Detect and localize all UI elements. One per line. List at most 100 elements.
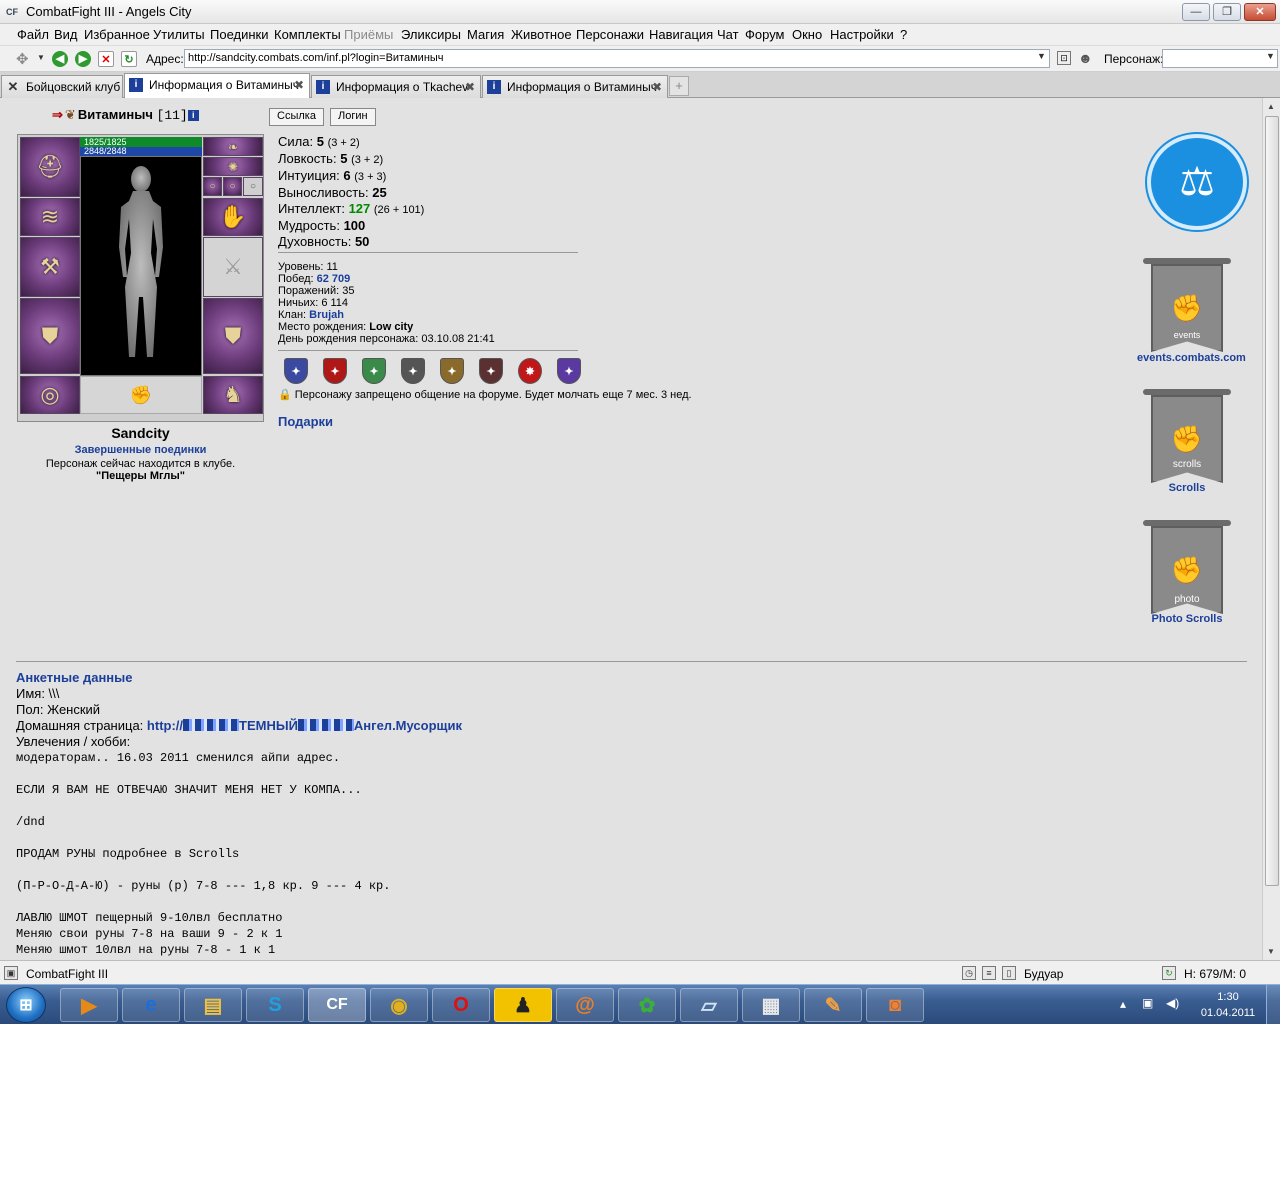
- refresh-icon[interactable]: ↻: [1162, 966, 1176, 980]
- persona-dropdown-icon[interactable]: ▼: [1266, 51, 1275, 61]
- menu-view[interactable]: Вид: [54, 27, 78, 42]
- scroll-up-icon[interactable]: ▲: [1267, 102, 1275, 111]
- icq-icon[interactable]: ✿: [618, 988, 676, 1022]
- start-button[interactable]: ⊞: [6, 987, 46, 1023]
- tab-info-vitaminych-2[interactable]: i Информация о Витаминыч ✖: [482, 75, 668, 98]
- refresh-icon[interactable]: ↻: [121, 51, 137, 67]
- address-input[interactable]: http://sandcity.combats.com/inf.pl?login…: [184, 49, 1050, 68]
- opera-icon[interactable]: O: [432, 988, 490, 1022]
- internet-explorer-icon[interactable]: e: [122, 988, 180, 1022]
- ring1-slot[interactable]: ○: [203, 177, 222, 196]
- armor-slot[interactable]: ⛊: [20, 298, 80, 374]
- clock-icon[interactable]: ◷: [962, 966, 976, 980]
- helmet-slot[interactable]: ⛑: [20, 137, 80, 197]
- login-button[interactable]: Логин: [330, 108, 376, 126]
- earrings-slot[interactable]: ❧: [203, 137, 263, 156]
- media-player-icon[interactable]: ▶: [60, 988, 118, 1022]
- ring3-slot[interactable]: ○: [243, 177, 263, 196]
- new-tab-button[interactable]: +: [669, 76, 689, 96]
- medal-icon[interactable]: ✦: [440, 358, 464, 384]
- photo-scrolls-link[interactable]: Photo Scrolls: [1137, 613, 1237, 625]
- menu-settings[interactable]: Настройки: [830, 27, 894, 42]
- medal-icon[interactable]: ✦: [323, 358, 347, 384]
- persona-select[interactable]: [1162, 49, 1278, 68]
- menu-chat[interactable]: Чат: [717, 27, 739, 42]
- paint-icon[interactable]: ✎: [804, 988, 862, 1022]
- menu-forum[interactable]: Форум: [745, 27, 785, 42]
- menu-file[interactable]: Файл: [17, 27, 49, 42]
- photo-scrolls-banner[interactable]: ✊ photo Photo Scrolls: [1137, 520, 1237, 626]
- forward-icon[interactable]: ▶: [75, 51, 91, 67]
- skype-icon[interactable]: S: [246, 988, 304, 1022]
- notepad-icon[interactable]: ▱: [680, 988, 738, 1022]
- show-desktop-button[interactable]: [1266, 985, 1280, 1025]
- weapon-slot[interactable]: ⚒: [20, 237, 80, 297]
- medal-icon[interactable]: ✦: [284, 358, 308, 384]
- maximize-button[interactable]: ❐: [1213, 3, 1241, 21]
- scroll-thumb[interactable]: [1265, 116, 1279, 886]
- tab-info-tkachev[interactable]: i Информация о Tkachev ✖: [311, 75, 481, 98]
- calculator-icon[interactable]: ▦: [742, 988, 800, 1022]
- medal-icon[interactable]: ✸: [518, 358, 542, 384]
- aim-icon[interactable]: ♟: [494, 988, 552, 1022]
- tab-fight-club[interactable]: ✕ Бойцовский клуб: [1, 75, 123, 98]
- scroll-down-icon[interactable]: ▼: [1267, 947, 1275, 956]
- tab-info-vitaminych[interactable]: i Информация о Витаминыч ✖: [124, 73, 310, 98]
- medal-icon[interactable]: ✦: [557, 358, 581, 384]
- ring2-slot[interactable]: ○: [223, 177, 242, 196]
- shield-slot[interactable]: ⚔: [203, 237, 263, 297]
- menu-magic[interactable]: Магия: [467, 27, 504, 42]
- medal-icon[interactable]: ✦: [479, 358, 503, 384]
- scales-icon[interactable]: ⚖: [1147, 134, 1247, 230]
- gifts-link[interactable]: Подарки: [278, 414, 333, 429]
- mail-agent-icon[interactable]: @: [556, 988, 614, 1022]
- camera-icon[interactable]: ◙: [866, 988, 924, 1022]
- medal-icon[interactable]: ✦: [401, 358, 425, 384]
- combatfight-taskbar-button[interactable]: CF: [308, 988, 366, 1022]
- tray-up-icon[interactable]: ▴: [1120, 997, 1126, 1011]
- menu-navigation[interactable]: Навигация: [649, 27, 713, 42]
- folder-icon[interactable]: ▤: [184, 988, 242, 1022]
- finished-fights-link[interactable]: Завершенные поединки: [17, 444, 264, 456]
- legs-slot[interactable]: ⛊: [203, 298, 263, 374]
- menu-animal[interactable]: Животное: [511, 27, 572, 42]
- address-dropdown-icon[interactable]: ▼: [1037, 51, 1046, 61]
- go-icon[interactable]: ⊡: [1057, 51, 1071, 65]
- tab-close-icon[interactable]: ✖: [294, 78, 304, 92]
- volume-icon[interactable]: ◀): [1166, 996, 1179, 1010]
- chevron-down-icon[interactable]: ▼: [37, 53, 45, 62]
- events-link[interactable]: events.combats.com: [1137, 352, 1246, 364]
- belt-slot[interactable]: ◎: [20, 376, 80, 414]
- link-button[interactable]: Ссылка: [269, 108, 324, 126]
- stop-icon[interactable]: ✕: [98, 51, 114, 67]
- menu-help[interactable]: ?: [900, 27, 907, 42]
- chrome-icon[interactable]: ◉: [370, 988, 428, 1022]
- bracers-slot[interactable]: ≋: [20, 198, 80, 236]
- boots-slot[interactable]: ♞: [203, 376, 263, 414]
- list-icon[interactable]: ≡: [982, 966, 996, 980]
- menu-utilities[interactable]: Утилиты: [153, 27, 205, 42]
- door-icon[interactable]: ▯: [1002, 966, 1016, 980]
- network-icon[interactable]: ▣: [1142, 996, 1153, 1010]
- back-icon[interactable]: ◀: [52, 51, 68, 67]
- events-banner[interactable]: ✊ events events.combats.com: [1137, 258, 1246, 364]
- gloves-slot[interactable]: ✋: [203, 198, 263, 236]
- vertical-scrollbar[interactable]: ▲ ▼: [1262, 98, 1280, 960]
- medal-icon[interactable]: ✦: [362, 358, 386, 384]
- users-icon[interactable]: ☻: [1078, 50, 1093, 66]
- scrolls-link[interactable]: Scrolls: [1137, 482, 1237, 494]
- menu-elixirs[interactable]: Эликсиры: [401, 27, 461, 42]
- minimize-button[interactable]: —: [1182, 3, 1210, 21]
- amulet-slot[interactable]: ✺: [203, 157, 263, 176]
- menu-window[interactable]: Окно: [792, 27, 822, 42]
- menu-characters[interactable]: Персонажи: [576, 27, 644, 42]
- homepage-link[interactable]: http:// ТЕМНЫЙ Ангел.Мусорщик: [147, 718, 462, 733]
- menu-favorites[interactable]: Избранное: [84, 27, 150, 42]
- clan-link[interactable]: Brujah: [309, 309, 344, 321]
- taskbar-clock[interactable]: 1:30 01.04.2011: [1198, 990, 1258, 1020]
- menu-fights[interactable]: Поединки: [210, 27, 269, 42]
- scrolls-banner[interactable]: ✊ scrolls Scrolls: [1137, 389, 1237, 495]
- info-icon[interactable]: i: [187, 110, 199, 121]
- pin-icon[interactable]: ✥: [16, 50, 29, 68]
- tab-close-icon[interactable]: ✖: [465, 80, 475, 94]
